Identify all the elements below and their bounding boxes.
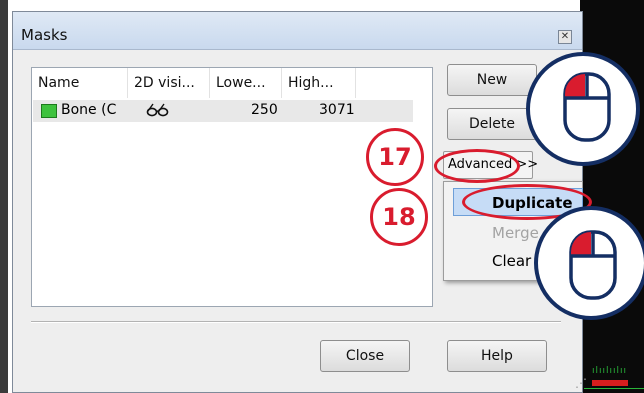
menu-item-clear[interactable]: Clear	[454, 247, 531, 275]
dialog-title: Masks	[21, 26, 68, 44]
new-button[interactable]: New	[447, 64, 537, 96]
resize-grip-icon[interactable]: ⋰	[575, 376, 593, 393]
help-button[interactable]: Help	[447, 340, 547, 372]
mask-lower-threshold: 250	[251, 102, 278, 118]
mask-color-icon	[41, 104, 57, 118]
column-header-upper[interactable]: High...	[282, 68, 356, 98]
mouse-left-click-callout-2	[534, 206, 644, 320]
signal-line	[584, 388, 644, 389]
titlebar: Masks ✕	[13, 12, 582, 50]
close-button[interactable]: Close	[320, 340, 410, 372]
glasses-icon[interactable]	[146, 102, 170, 118]
delete-button[interactable]: Delete	[447, 108, 537, 140]
mask-upper-threshold: 3071	[319, 102, 355, 118]
menu-item-merge[interactable]: Merge	[454, 219, 539, 247]
signal-bar	[592, 380, 628, 386]
signal-graph: ılıılıılıılı	[592, 366, 626, 376]
table-row[interactable]: Bone (C 250 3071	[33, 100, 413, 122]
step-badge-18: 18	[370, 188, 428, 246]
mouse-left-click-icon-2	[569, 230, 617, 300]
close-icon[interactable]: ✕	[558, 30, 572, 44]
divider	[31, 321, 561, 323]
column-header-lower[interactable]: Lowe...	[210, 68, 282, 98]
masks-list[interactable]: Name 2D visi... Lowe... High... Bone (C …	[31, 67, 433, 307]
left-edge-strip	[0, 0, 8, 393]
mouse-left-click-callout	[526, 52, 640, 166]
step-badge-17: 17	[366, 128, 424, 186]
mask-name: Bone (C	[61, 102, 117, 118]
column-header-2d-visibility[interactable]: 2D visi...	[128, 68, 210, 98]
advanced-highlight-ring	[434, 149, 520, 183]
column-header-name[interactable]: Name	[32, 68, 128, 98]
